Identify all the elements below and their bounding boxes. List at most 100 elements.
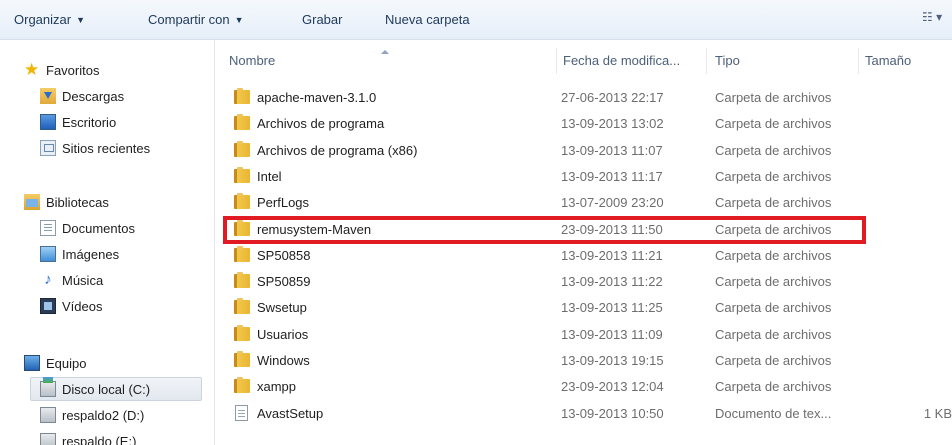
file-row[interactable]: SP50859 13-09-2013 11:22 Carpeta de archiv… [225, 270, 952, 294]
nav-item-label: respaldo (E:) [62, 433, 137, 445]
file-date: 13-07-2009 23:20 [561, 195, 664, 210]
nav-item-drive-d[interactable]: respaldo2 (D:) [40, 403, 144, 427]
document-icon [40, 220, 56, 236]
file-date: 13-09-2013 11:07 [561, 143, 663, 158]
file-date: 13-09-2013 11:09 [561, 327, 663, 342]
nav-item-label: Sitios recientes [62, 140, 151, 156]
file-name: Intel [257, 169, 282, 184]
file-name: Swsetup [257, 300, 307, 315]
chevron-down-icon: ▼ [234, 15, 244, 25]
file-name: remusystem-Maven [257, 222, 372, 237]
text-file-icon [235, 405, 248, 421]
folder-icon [234, 193, 250, 209]
nav-item-drive-e[interactable]: respaldo (E:) [40, 429, 136, 445]
recent-places-icon [40, 140, 56, 156]
burn-button[interactable]: Grabar [302, 12, 342, 27]
folder-icon [234, 167, 250, 183]
file-type: Carpeta de archivos [715, 143, 832, 158]
sort-ascending-icon [381, 50, 389, 54]
file-type: Carpeta de archivos [715, 379, 832, 394]
column-header-size[interactable]: Tamaño [865, 53, 911, 68]
nav-item-recent-places[interactable]: Sitios recientes [40, 136, 150, 160]
file-name: PerfLogs [257, 195, 310, 210]
folder-icon [234, 298, 250, 314]
column-header-name[interactable]: Nombre [229, 53, 275, 68]
file-date: 23-09-2013 11:50 [561, 222, 663, 237]
pane-divider[interactable] [214, 40, 215, 445]
file-row[interactable]: Swsetup 13-09-2013 11:25 Carpeta de archiv… [225, 296, 952, 320]
file-type: Carpeta de archivos [715, 222, 832, 237]
nav-item-label: Escritorio [62, 114, 117, 130]
nav-item-label: respaldo2 (D:) [62, 407, 145, 423]
file-date: 13-09-2013 11:17 [561, 169, 663, 184]
column-divider[interactable] [706, 48, 707, 74]
view-options-icon[interactable]: ☷ ▾ [922, 10, 952, 30]
file-type: Documento de tex... [715, 406, 832, 421]
local-disk-icon [40, 377, 56, 397]
column-divider[interactable] [858, 48, 859, 74]
nav-item-downloads[interactable]: Descargas [40, 84, 124, 108]
file-date: 23-09-2013 12:04 [561, 379, 664, 394]
nav-item-label: Imágenes [62, 246, 120, 262]
nav-item-videos[interactable]: Vídeos [40, 294, 102, 318]
nav-favorites[interactable]: ★ Favoritos [24, 58, 99, 82]
file-row[interactable]: Usuarios 13-09-2013 11:09 Carpeta de archi… [225, 323, 952, 347]
file-row[interactable]: xampp 23-09-2013 12:04 Carpeta de archivos [225, 375, 952, 399]
nav-item-label: Vídeos [62, 298, 103, 314]
organize-menu-button[interactable]: Organizar ▼ [14, 12, 85, 27]
libraries-icon [24, 194, 40, 210]
desktop-icon [40, 114, 56, 130]
file-row[interactable]: apache-maven-3.1.0 27-06-2013 22:17 Carpet… [225, 86, 952, 110]
file-date: 13-09-2013 13:02 [561, 116, 664, 131]
column-divider[interactable] [556, 48, 557, 74]
file-type: Carpeta de archivos [715, 300, 832, 315]
file-date: 13-09-2013 10:50 [561, 406, 664, 421]
file-type: Carpeta de archivos [715, 169, 832, 184]
folder-icon [234, 246, 250, 262]
nav-item-documents[interactable]: Documentos [40, 216, 135, 240]
new-folder-button[interactable]: Nueva carpeta [385, 12, 470, 27]
file-type: Carpeta de archivos [715, 90, 832, 105]
nav-libraries[interactable]: Bibliotecas [24, 190, 109, 214]
nav-item-music[interactable]: ♪ Música [40, 268, 103, 292]
nav-computer[interactable]: Equipo [24, 351, 86, 375]
file-row[interactable]: remusystem-Maven 23-09-2013 11:50 Carpeta … [225, 218, 952, 242]
nav-computer-label: Equipo [46, 355, 87, 371]
file-date: 27-06-2013 22:17 [561, 90, 664, 105]
chevron-down-icon: ▼ [76, 15, 85, 25]
file-name: AvastSetup [257, 406, 324, 421]
nav-item-local-disk-c[interactable]: Disco local (C:) [30, 377, 202, 401]
nav-favorites-label: Favoritos [46, 62, 100, 78]
file-type: Carpeta de archivos [715, 248, 832, 263]
file-row[interactable]: AvastSetup 13-09-2013 10:50 Documento de t… [225, 402, 952, 426]
downloads-folder-icon [40, 88, 56, 104]
file-date: 13-09-2013 11:25 [561, 300, 663, 315]
nav-item-label: Documentos [62, 220, 135, 236]
folder-icon [234, 272, 250, 288]
nav-item-label: Descargas [62, 88, 125, 104]
file-row[interactable]: PerfLogs 13-07-2009 23:20 Carpeta de archi… [225, 191, 952, 215]
file-date: 13-09-2013 11:21 [561, 248, 663, 263]
file-row[interactable]: Intel 13-09-2013 11:17 Carpeta de archivos [225, 165, 952, 189]
nav-item-images[interactable]: Imágenes [40, 242, 119, 266]
file-name: xampp [257, 379, 297, 394]
column-header-date[interactable]: Fecha de modifica... [563, 53, 680, 68]
command-bar: Organizar ▼ Compartir con ▼ Grabar Nueva c… [0, 0, 952, 40]
folder-icon [234, 377, 250, 393]
file-name: Windows [257, 353, 310, 368]
file-type: Carpeta de archivos [715, 353, 832, 368]
file-row[interactable]: SP50858 13-09-2013 11:21 Carpeta de archiv… [225, 244, 952, 268]
star-icon: ★ [24, 60, 40, 79]
file-row[interactable]: Windows 13-09-2013 19:15 Carpeta de archiv… [225, 349, 952, 373]
file-name: SP50858 [257, 248, 311, 263]
file-size: 1 KB [923, 406, 952, 421]
nav-item-desktop[interactable]: Escritorio [40, 110, 116, 134]
file-row[interactable]: Archivos de programa 13-09-2013 13:02 Carp… [225, 112, 952, 136]
drive-icon [40, 407, 56, 423]
nav-libraries-label: Bibliotecas [46, 194, 109, 210]
image-icon [40, 246, 56, 262]
file-row[interactable]: Archivos de programa (x86) 13-09-2013 11:… [225, 139, 952, 163]
nav-item-label: Música [62, 272, 104, 288]
share-menu-button[interactable]: Compartir con ▼ [148, 12, 244, 27]
column-header-type[interactable]: Tipo [715, 53, 740, 68]
